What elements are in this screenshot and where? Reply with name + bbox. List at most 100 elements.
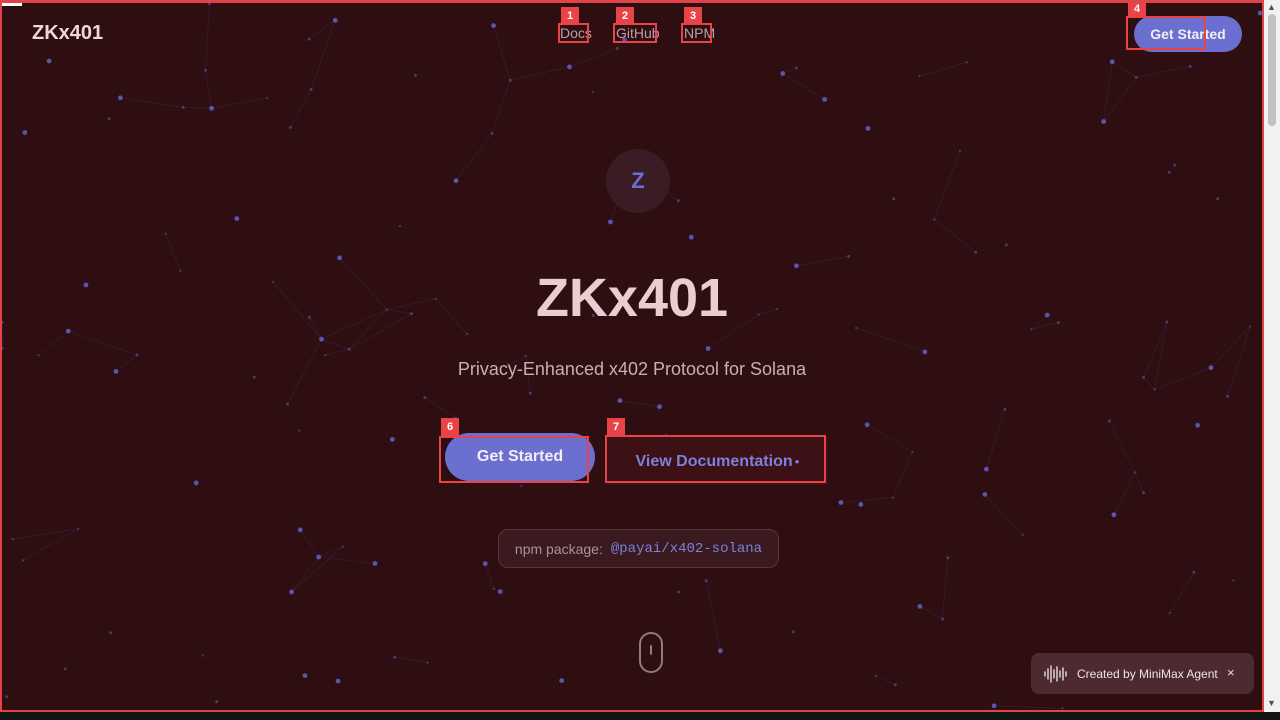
- browser-viewport: ZKx401 Docs GitHub NPM Get Started Z ZKx…: [0, 0, 1264, 712]
- particle-dot: [22, 130, 28, 135]
- viewport-corner-mark: [2, 3, 22, 6]
- particle-link: [984, 494, 1023, 536]
- close-icon[interactable]: ×: [1227, 665, 1235, 680]
- scroll-down-arrow-icon[interactable]: ▼: [1267, 698, 1276, 708]
- hero-logo-icon: Z: [606, 149, 670, 213]
- window-bottom-edge: [0, 712, 1280, 720]
- nav-docs[interactable]: Docs: [560, 25, 592, 45]
- particle-dot: [1232, 579, 1235, 582]
- particle-link: [205, 3, 210, 71]
- particle-link: [165, 233, 181, 271]
- scroll-up-arrow-icon[interactable]: ▲: [1267, 2, 1276, 12]
- particle-link: [205, 70, 212, 109]
- particle-link: [1103, 61, 1113, 122]
- npm-package-label: npm package:: [514, 540, 603, 557]
- header-get-started-button[interactable]: Get Started: [1134, 16, 1242, 52]
- particle-dot: [63, 667, 67, 671]
- particle-link: [1113, 472, 1135, 515]
- scroll-down-mouse-icon[interactable]: [639, 632, 663, 673]
- hero-subtitle: Privacy-Enhanced x402 Protocol for Solan…: [457, 359, 807, 379]
- minimax-agent-badge[interactable]: Created by MiniMax Agent ×: [1031, 653, 1254, 694]
- particle-link: [994, 705, 1063, 709]
- particle-link: [934, 219, 976, 253]
- particle-dot: [520, 484, 523, 487]
- page-scrollbar[interactable]: ▲ ▼: [1264, 0, 1280, 712]
- particle-background: [2, 3, 1262, 710]
- particle-link: [934, 150, 961, 220]
- particle-dot: [215, 700, 219, 704]
- npm-package-pill: npm package: @payai/x402-solana: [498, 529, 779, 568]
- particle-dot: [864, 422, 870, 428]
- particle-link: [291, 546, 343, 593]
- particle-link: [986, 409, 1006, 470]
- particle-link: [38, 330, 69, 356]
- hero-logo-letter: Z: [631, 168, 645, 193]
- particle-link: [942, 557, 949, 620]
- particle-dot: [865, 126, 871, 131]
- particle-dot: [482, 561, 488, 567]
- npm-package-name[interactable]: @payai/x402-solana: [611, 541, 762, 557]
- particle-link: [796, 256, 849, 267]
- particle-dot: [297, 527, 303, 533]
- nav-npm[interactable]: NPM: [684, 25, 715, 45]
- particle-link: [856, 327, 925, 353]
- particle-link: [291, 556, 319, 593]
- particle-dot: [591, 90, 595, 93]
- particle-dot: [5, 695, 9, 699]
- particle-dot: [335, 678, 341, 684]
- particle-link: [299, 529, 319, 558]
- particle-dot: [1167, 170, 1171, 174]
- particle-link: [308, 20, 336, 40]
- particle-link: [183, 107, 212, 109]
- particle-link: [1134, 472, 1144, 493]
- particle-link: [867, 424, 913, 453]
- waveform-icon: [1044, 664, 1067, 683]
- particle-link: [1112, 61, 1137, 78]
- particle-link: [491, 80, 511, 134]
- particle-link: [782, 73, 825, 100]
- hero-get-started-button[interactable]: Get Started: [445, 433, 595, 481]
- particle-link: [394, 656, 428, 663]
- particle-dot: [234, 216, 240, 222]
- particle-dot: [107, 117, 111, 121]
- particle-link: [782, 67, 797, 74]
- particle-dot: [109, 631, 113, 635]
- mouse-wheel-icon: [650, 645, 652, 655]
- scrollbar-thumb[interactable]: [1268, 14, 1276, 126]
- particle-link: [424, 397, 456, 419]
- view-documentation-button[interactable]: View Documentation ●: [607, 437, 828, 485]
- particle-dot: [201, 654, 204, 657]
- particle-dot: [1257, 10, 1262, 16]
- particle-dot: [688, 234, 694, 240]
- particle-dot: [1216, 197, 1220, 201]
- particle-dot: [1195, 422, 1200, 428]
- particle-dot: [398, 225, 401, 228]
- particle-link: [510, 66, 570, 81]
- particle-dot: [389, 437, 395, 442]
- particle-link: [325, 349, 350, 356]
- particle-dot: [413, 73, 417, 77]
- particle-dot: [699, 18, 703, 22]
- particle-link: [321, 338, 350, 350]
- particle-dot: [1004, 243, 1008, 247]
- particle-dot: [892, 197, 896, 201]
- particle-link: [569, 48, 618, 68]
- particle-link: [840, 497, 893, 503]
- particle-link: [705, 580, 721, 651]
- docs-dot-icon: ●: [794, 457, 800, 466]
- particle-link: [68, 330, 138, 356]
- hero-title: ZKx401: [535, 268, 729, 328]
- particle-link: [1169, 571, 1195, 614]
- particle-link: [1103, 77, 1137, 122]
- nav-github[interactable]: GitHub: [616, 25, 660, 45]
- particle-link: [22, 528, 79, 561]
- particle-dot: [302, 673, 308, 678]
- particle-dot: [46, 58, 52, 64]
- particle-link: [310, 20, 336, 90]
- particle-link: [1136, 66, 1191, 78]
- view-documentation-label: View Documentation: [635, 452, 793, 470]
- particle-link: [290, 89, 312, 128]
- particle-dot: [780, 71, 786, 76]
- brand-logo[interactable]: ZKx401: [32, 22, 103, 45]
- particle-link: [493, 25, 511, 81]
